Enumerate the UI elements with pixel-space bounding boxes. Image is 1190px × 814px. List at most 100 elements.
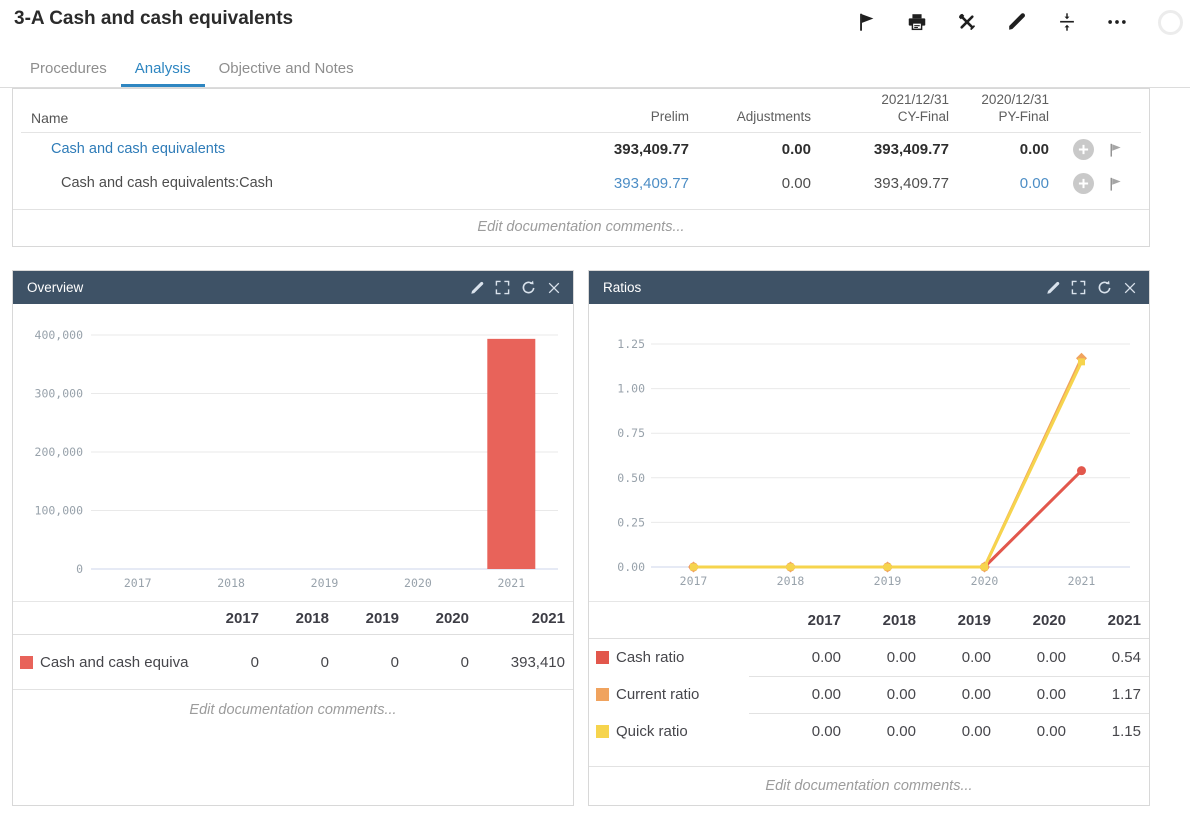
svg-text:400,000: 400,000 — [35, 328, 84, 342]
accounts-header: Name Prelim Adjustments 2021/12/31CY-Fin… — [13, 89, 1149, 133]
reset-icon[interactable] — [1097, 280, 1112, 295]
svg-text:0.50: 0.50 — [617, 471, 645, 485]
edit-icon[interactable] — [992, 7, 1042, 37]
table-row: Cash and cash equivalents393,409.770.003… — [13, 133, 1149, 165]
legend-value: 0.00 — [916, 686, 991, 703]
legend-row: Cash and cash equival...0000393,410 — [13, 635, 573, 689]
tab-procedures[interactable]: Procedures — [16, 53, 121, 87]
legend-value: 1.17 — [1066, 686, 1141, 703]
year-header: 2017 — [189, 610, 259, 627]
panel-title: Ratios — [603, 280, 641, 295]
col-adjustments: Adjustments — [697, 109, 819, 126]
legend-value: 0 — [329, 654, 399, 671]
documentation-comments[interactable]: Edit documentation comments... — [13, 689, 573, 805]
documentation-comments[interactable]: Edit documentation comments... — [13, 209, 1149, 246]
value-cell: 0.00 — [697, 175, 819, 192]
print-icon[interactable] — [892, 7, 942, 37]
account-link[interactable]: Cash and cash equivalents — [13, 141, 579, 157]
overview-panel: Overview 0100,000200,000300,000400,00020… — [12, 270, 574, 806]
flag-icon[interactable] — [842, 7, 892, 37]
row-actions — [1057, 139, 1149, 160]
series-label: Cash and cash equival... — [40, 654, 189, 671]
svg-text:100,000: 100,000 — [35, 504, 84, 518]
legend-value: 0.00 — [841, 649, 916, 666]
series-swatch — [596, 651, 609, 664]
svg-text:2021: 2021 — [497, 576, 525, 590]
svg-text:2019: 2019 — [311, 576, 339, 590]
svg-text:2018: 2018 — [217, 576, 245, 590]
panel-title: Overview — [27, 280, 83, 295]
legend-value: 0.00 — [916, 723, 991, 740]
legend-row: Current ratio0.000.000.000.001.17 — [589, 676, 1149, 713]
flag-icon[interactable] — [1107, 175, 1124, 192]
legend-row: Quick ratio0.000.000.000.001.15 — [589, 713, 1149, 750]
ratios-chart: 0.000.250.500.751.001.252017201820192020… — [589, 304, 1149, 601]
year-header: 2021 — [1066, 612, 1141, 629]
legend-value: 0.54 — [1066, 649, 1141, 666]
edit-icon[interactable] — [470, 281, 484, 295]
legend-value: 0.00 — [841, 686, 916, 703]
value-cell: 0.00 — [697, 141, 819, 158]
svg-text:2021: 2021 — [1068, 574, 1096, 588]
col-prelim: Prelim — [579, 109, 697, 126]
overview-panel-header: Overview — [13, 271, 573, 304]
year-header: 2017 — [766, 612, 841, 629]
tab-objective-and-notes[interactable]: Objective and Notes — [205, 53, 368, 87]
close-icon[interactable] — [1123, 281, 1137, 295]
value-cell[interactable]: 393,409.77 — [579, 175, 697, 192]
series-swatch — [596, 725, 609, 738]
year-header: 2019 — [916, 612, 991, 629]
table-row: Cash and cash equivalents:Cash393,409.77… — [13, 165, 1149, 201]
legend-value: 0.00 — [991, 723, 1066, 740]
col-py-final: 2020/12/31PY-Final — [957, 92, 1057, 126]
legend-value: 0.00 — [766, 686, 841, 703]
value-cell: 393,409.77 — [819, 141, 957, 158]
documentation-comments[interactable]: Edit documentation comments... — [589, 766, 1149, 805]
expand-icon[interactable] — [495, 280, 510, 295]
legend-value: 0 — [399, 654, 469, 671]
svg-text:2020: 2020 — [404, 576, 432, 590]
series-label: Quick ratio — [616, 723, 688, 740]
svg-text:2019: 2019 — [874, 574, 902, 588]
tab-analysis[interactable]: Analysis — [121, 53, 205, 87]
add-icon[interactable] — [1073, 139, 1094, 160]
more-icon[interactable] — [1092, 7, 1142, 37]
svg-text:2017: 2017 — [680, 574, 708, 588]
close-icon[interactable] — [547, 281, 561, 295]
collapse-icon[interactable] — [1042, 7, 1092, 37]
account-name: Cash and cash equivalents:Cash — [13, 175, 579, 191]
value-cell: 393,409.77 — [579, 141, 697, 158]
add-icon[interactable] — [1073, 173, 1094, 194]
legend-value: 0 — [189, 654, 259, 671]
legend-years-header: 20172018201920202021 — [13, 601, 573, 635]
svg-text:0.75: 0.75 — [617, 426, 645, 440]
svg-text:0.25: 0.25 — [617, 515, 645, 529]
col-cy-final: 2021/12/31CY-Final — [819, 92, 957, 126]
value-cell: 0.00 — [957, 141, 1057, 158]
ratios-panel-header: Ratios — [589, 271, 1149, 304]
series-label: Cash ratio — [616, 649, 684, 666]
accounts-rows: Cash and cash equivalents393,409.770.003… — [13, 133, 1149, 201]
legend-value: 0 — [259, 654, 329, 671]
toolbar — [842, 6, 1183, 38]
tools-icon[interactable] — [942, 7, 992, 37]
year-header: 2020 — [399, 610, 469, 627]
svg-text:2017: 2017 — [124, 576, 152, 590]
ratios-panel: Ratios 0.000.250.500.751.001.25201720182… — [588, 270, 1150, 806]
reset-icon[interactable] — [521, 280, 536, 295]
svg-text:0: 0 — [76, 562, 83, 576]
ratios-legend-table: 20172018201920202021Cash ratio0.000.000.… — [589, 601, 1149, 750]
value-cell: 393,409.77 — [819, 175, 957, 192]
legend-value: 0.00 — [766, 649, 841, 666]
svg-text:2018: 2018 — [777, 574, 805, 588]
page-title: 3-A Cash and cash equivalents — [14, 8, 293, 30]
year-header: 2018 — [259, 610, 329, 627]
legend-value: 0.00 — [991, 649, 1066, 666]
year-header: 2018 — [841, 612, 916, 629]
flag-icon[interactable] — [1107, 141, 1124, 158]
overview-legend-table: 20172018201920202021Cash and cash equiva… — [13, 601, 573, 689]
expand-icon[interactable] — [1071, 280, 1086, 295]
edit-icon[interactable] — [1046, 281, 1060, 295]
year-header: 2021 — [469, 610, 565, 627]
value-cell[interactable]: 0.00 — [957, 175, 1057, 192]
